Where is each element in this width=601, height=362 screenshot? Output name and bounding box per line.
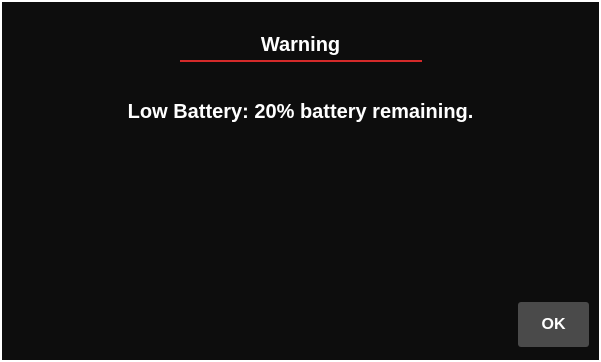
title-underline xyxy=(180,60,422,62)
warning-dialog: Warning Low Battery: 20% battery remaini… xyxy=(2,2,599,360)
ok-button[interactable]: OK xyxy=(518,302,589,347)
dialog-title: Warning xyxy=(260,34,341,56)
dialog-message: Low Battery: 20% battery remaining. xyxy=(127,101,474,123)
